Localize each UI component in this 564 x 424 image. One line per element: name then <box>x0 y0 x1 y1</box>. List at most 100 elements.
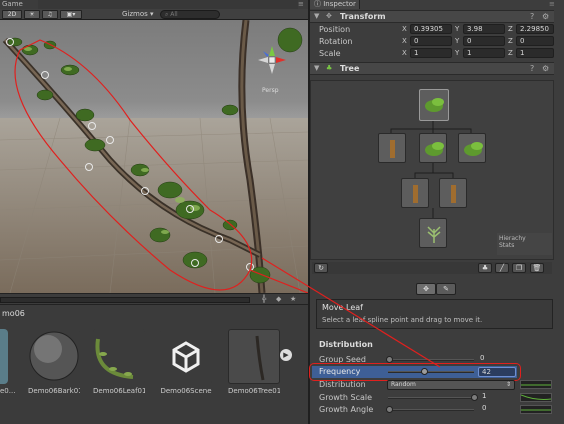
project-breadcrumb: mo06 <box>0 305 308 321</box>
add-branch-group-icon[interactable]: ╱ <box>495 263 509 273</box>
position-z-field[interactable]: 2.29850 <box>516 24 554 34</box>
add-leaf-group-icon[interactable]: ♣ <box>478 263 492 273</box>
help-icon[interactable]: ? <box>530 64 534 73</box>
growth-scale-curve[interactable] <box>520 393 552 402</box>
asset-label: Demo06Bark01 <box>28 387 80 395</box>
tree-title: Tree <box>340 64 360 73</box>
scene-render: Persp <box>0 20 308 293</box>
free-hand-mode-button[interactable]: ✎ <box>436 283 456 295</box>
tree-prefab-icon <box>228 329 280 384</box>
unity-scene-icon <box>160 329 212 384</box>
axis-z-label: Z <box>508 25 513 33</box>
transform-header[interactable]: ▼ ✥ Transform ? ⚙ <box>310 10 554 23</box>
position-y-field[interactable]: 3.98 <box>463 24 505 34</box>
growth-scale-knob[interactable] <box>471 394 478 401</box>
lighting-toggle-icon[interactable]: ☀ <box>24 10 40 19</box>
lock-icon[interactable]: ╬ <box>262 295 266 303</box>
distribution-curve[interactable] <box>520 380 552 389</box>
axis-y-label: Y <box>455 37 460 45</box>
scene-viewport[interactable]: Persp <box>0 20 308 293</box>
transform-title: Transform <box>340 12 386 21</box>
frond-node[interactable] <box>419 218 447 248</box>
asset-label: Demo06Leaf01 <box>93 387 145 395</box>
star-icon[interactable]: ★ <box>290 295 296 303</box>
help-icon[interactable]: ? <box>530 12 534 21</box>
tree-root-node[interactable] <box>419 89 449 121</box>
project-toolbar: ╬ ◆ ★ <box>0 293 308 305</box>
growth-angle-value[interactable]: 0 <box>482 404 486 412</box>
growth-angle-knob[interactable] <box>386 406 393 413</box>
tree-header[interactable]: ▼ ♣ Tree ? ⚙ <box>310 62 554 75</box>
project-scrollbar[interactable] <box>0 297 250 303</box>
refresh-icon[interactable]: ↻ <box>314 263 328 273</box>
group-seed-knob[interactable] <box>386 356 393 363</box>
growth-scale-slider[interactable] <box>388 397 474 399</box>
rotation-z-field[interactable]: 0 <box>516 36 554 46</box>
axis-z-label: Z <box>508 49 513 57</box>
leaf-node[interactable] <box>419 133 447 163</box>
scene-tab[interactable]: Game <box>0 0 38 9</box>
foldout-icon[interactable]: ▼ <box>314 64 319 72</box>
inspector-tab[interactable]: ⓘ Inspector <box>310 0 360 9</box>
tag-icon[interactable]: ◆ <box>276 295 281 303</box>
rotation-label: Rotation <box>319 37 353 46</box>
scale-z-field[interactable]: 1 <box>516 48 554 58</box>
hierarchy-toolbar: ↻ ♣ ╱ ❐ 🗑 <box>312 262 552 274</box>
growth-scale-value[interactable]: 1 <box>482 392 486 400</box>
scale-label: Scale <box>319 49 341 58</box>
asset-item[interactable]: Demo06Scene <box>160 329 212 395</box>
scroll-right-icon[interactable]: ▶ <box>280 349 292 361</box>
audio-toggle-icon[interactable]: ♫ <box>42 10 58 19</box>
branch-node[interactable] <box>378 133 406 163</box>
project-assets-grid: e0... Demo06Bark01 Demo06Leaf01 Demo06Sc… <box>0 321 308 424</box>
2d-toggle-button[interactable]: 2D <box>2 10 22 19</box>
axis-x-label: X <box>402 25 407 33</box>
rotation-x-field[interactable]: 0 <box>410 36 452 46</box>
scene-toolbar: 2D ☀ ♫ ▣▾ Gizmos ▾ ⌕ All <box>0 9 308 20</box>
growth-angle-curve[interactable] <box>520 405 552 414</box>
inspector-menu-icon[interactable]: ≡ <box>549 0 561 9</box>
axis-x-label: X <box>402 37 407 45</box>
asset-partial-thumb[interactable] <box>0 329 8 384</box>
scale-y-field[interactable]: 1 <box>463 48 505 58</box>
asset-partial-label: e0... <box>0 387 16 395</box>
asset-item[interactable]: Demo06Bark01 <box>28 329 80 395</box>
asset-item[interactable]: Demo06Tree01 <box>228 329 280 395</box>
branch-node[interactable] <box>439 178 467 208</box>
growth-scale-label: Growth Scale <box>319 393 373 402</box>
scene-search-input[interactable]: ⌕ All <box>160 10 220 19</box>
breadcrumb-folder[interactable]: mo06 <box>2 309 25 318</box>
material-sphere-icon <box>28 329 80 384</box>
position-x-field[interactable]: 0.39305 <box>410 24 452 34</box>
axis-x-label: X <box>402 49 407 57</box>
gear-icon[interactable]: ⚙ <box>542 12 549 21</box>
group-seed-value[interactable]: 0 <box>480 354 484 362</box>
tree-hierarchy-graph[interactable]: Hierachy Stats <box>310 80 554 260</box>
duplicate-icon[interactable]: ❐ <box>512 263 526 273</box>
axis-z-label: Z <box>508 37 513 45</box>
scale-x-field[interactable]: 1 <box>410 48 452 58</box>
delete-icon[interactable]: 🗑 <box>530 263 544 273</box>
scene-tab-menu-icon[interactable]: ≡ <box>298 0 308 9</box>
move-leaf-mode-button[interactable]: ✥ <box>416 283 436 295</box>
position-label: Position <box>319 25 351 34</box>
gear-icon[interactable]: ⚙ <box>542 64 549 73</box>
asset-item[interactable]: Demo06Leaf01 <box>93 329 145 395</box>
persp-label: Persp <box>262 87 279 94</box>
leaf-node[interactable] <box>458 133 486 163</box>
group-seed-slider[interactable] <box>388 359 474 361</box>
transform-icon: ✥ <box>326 12 332 20</box>
distribution-label: Distribution <box>319 380 366 389</box>
tree-component-icon: ♣ <box>326 64 333 72</box>
axis-y-label: Y <box>455 49 460 57</box>
branch-node[interactable] <box>401 178 429 208</box>
foldout-icon[interactable]: ▼ <box>314 12 319 20</box>
hierarchy-stats-box: Hierachy Stats <box>497 233 552 255</box>
asset-label: Demo06Scene <box>160 387 212 395</box>
effects-dropdown-icon[interactable]: ▣▾ <box>60 10 82 19</box>
rotation-y-field[interactable]: 0 <box>463 36 505 46</box>
growth-angle-slider[interactable] <box>388 409 474 411</box>
gizmos-dropdown[interactable]: Gizmos ▾ <box>122 10 154 18</box>
chevron-down-icon: ⇕ <box>505 381 511 388</box>
distribution-dropdown[interactable]: Random ⇕ <box>387 380 515 390</box>
